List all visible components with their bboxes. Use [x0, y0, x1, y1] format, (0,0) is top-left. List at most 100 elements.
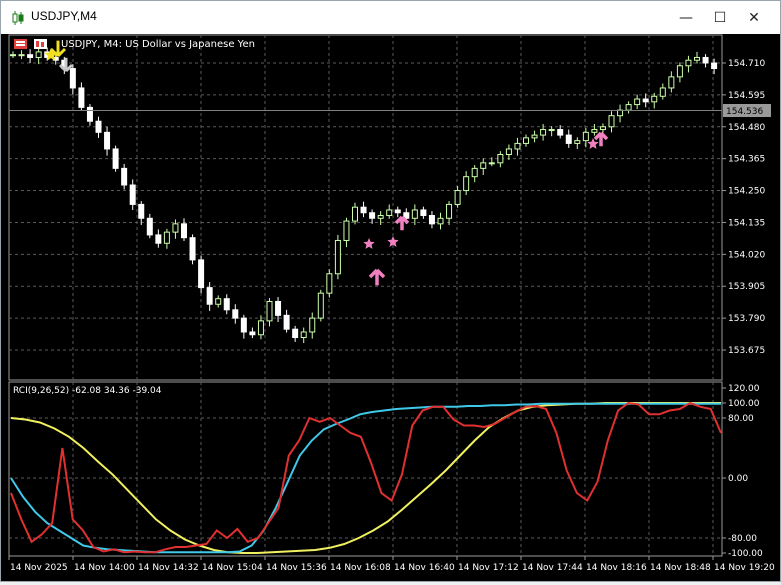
candle-body — [454, 190, 461, 205]
time-label: 14 Nov 18:48 — [650, 563, 711, 573]
candle-body — [523, 137, 529, 144]
time-label: 14 Nov 17:44 — [522, 563, 583, 573]
candle-body — [27, 54, 34, 58]
time-label: 14 Nov 14:00 — [74, 563, 135, 573]
candle-body — [317, 292, 324, 319]
chart-area[interactable]: USDJPY, M4: US Dollar vs Japanese Yen RC… — [1, 34, 780, 581]
candle-body — [300, 331, 307, 339]
candle-body — [386, 209, 393, 217]
candle-body — [95, 120, 102, 133]
price-label: 154.250 — [728, 187, 765, 197]
indicator-axis[interactable]: 120.00 100.00 80.00 0.00 -80.00 -100.00 — [722, 384, 763, 559]
candle-body — [668, 76, 675, 89]
candle-body — [215, 298, 222, 305]
candlestick-chart-icon — [12, 11, 24, 25]
symbol-info-label: USDJPY, M4: US Dollar vs Japanese Yen — [61, 39, 255, 50]
price-axis[interactable]: 154.710 154.595 154.480 154.365 154.250 154.1… — [722, 59, 765, 356]
time-label: 14 Nov 19:20 — [714, 563, 775, 573]
minimize-button[interactable]: — — [674, 7, 698, 29]
candle-body — [18, 54, 25, 57]
candle-body — [181, 223, 187, 239]
time-label: 14 Nov 18:16 — [586, 563, 647, 573]
candle-body — [266, 300, 273, 322]
candle-body — [608, 115, 615, 128]
candle-body — [497, 154, 504, 164]
price-label: 153.675 — [728, 346, 765, 356]
price-label: 154.020 — [728, 250, 765, 260]
time-label: 14 Nov 15:04 — [202, 563, 263, 573]
candle-body — [582, 131, 589, 142]
price-label: 154.365 — [728, 155, 765, 165]
candle-body — [540, 129, 547, 136]
chart-window: USDJPY,M4 — ☐ ✕ USDJPY, M4: US Dollar vs… — [0, 0, 781, 582]
indicator-label: 80.00 — [728, 414, 754, 424]
candle-body — [112, 148, 119, 169]
candle-body — [437, 217, 444, 225]
time-label: 14 Nov 17:12 — [458, 563, 519, 573]
price-label: 153.790 — [728, 314, 765, 324]
candle-body — [292, 328, 299, 339]
candle-body — [480, 162, 487, 169]
price-label: 154.480 — [728, 123, 765, 133]
rci-info-label: RCI(9,26,52) -62.08 34.36 -39.04 — [13, 386, 162, 396]
candle-body — [505, 148, 512, 156]
candle-body — [155, 234, 162, 244]
indicator-label: 120.00 — [728, 384, 760, 394]
candle-body — [565, 134, 572, 144]
candle-body — [685, 59, 692, 67]
close-button[interactable]: ✕ — [742, 7, 766, 29]
time-axis[interactable]: 14 Nov 2025 14 Nov 14:00 14 Nov 14:32 14 No… — [8, 556, 775, 573]
candle-body — [599, 126, 606, 131]
candle-body — [651, 95, 658, 103]
candle-body — [35, 51, 42, 58]
indicator-panel — [8, 381, 723, 557]
candle-body — [198, 259, 205, 289]
candle-body — [232, 309, 239, 319]
chart-canvas[interactable]: USDJPY, M4: US Dollar vs Japanese Yen RC… — [1, 34, 780, 581]
price-label: 154.135 — [728, 218, 765, 228]
candle-body — [394, 209, 401, 214]
indicator-label: -80.00 — [728, 534, 757, 544]
candle-body — [446, 203, 453, 219]
candle-body — [420, 209, 427, 217]
candle-body — [163, 231, 170, 244]
one-click-trading-icon[interactable] — [14, 39, 27, 49]
maximize-button[interactable]: ☐ — [708, 7, 732, 29]
indicator-label: 100.00 — [728, 399, 760, 409]
candle-body — [121, 167, 128, 186]
price-label: 153.905 — [728, 282, 765, 292]
candle-body — [574, 140, 581, 144]
candle-body — [146, 217, 153, 236]
price-label: 154.595 — [728, 91, 765, 101]
chart-settings-icon[interactable] — [34, 39, 47, 49]
candle-body — [223, 298, 230, 311]
candle-body — [514, 142, 521, 150]
time-label: 14 Nov 14:32 — [138, 563, 199, 573]
candle-body — [711, 62, 718, 70]
time-label: 14 Nov 16:08 — [330, 563, 391, 573]
candle-body — [625, 104, 632, 111]
candle-body — [240, 317, 247, 333]
candle-body — [642, 98, 649, 103]
candle-body — [463, 176, 470, 192]
candle-body — [189, 237, 196, 261]
time-label: 14 Nov 15:36 — [266, 563, 327, 573]
candle-body — [352, 206, 358, 222]
window-title: USDJPY,M4 — [31, 9, 97, 23]
candle-body — [86, 106, 93, 122]
candle-body — [69, 68, 76, 89]
candle-body — [591, 129, 598, 133]
candle-body — [428, 215, 435, 225]
candle-body — [702, 56, 709, 64]
candle-body — [343, 220, 350, 241]
indicator-label: 0.00 — [728, 474, 748, 484]
candle-body — [129, 184, 136, 205]
candle-body — [206, 287, 213, 305]
candle-body — [531, 134, 538, 139]
candle-body — [471, 167, 478, 178]
candle-body — [138, 203, 145, 219]
title-bar[interactable]: USDJPY,M4 — ☐ ✕ — [1, 1, 780, 34]
candle-body — [634, 98, 641, 106]
candle-body — [411, 209, 418, 219]
candle-body — [377, 215, 384, 219]
